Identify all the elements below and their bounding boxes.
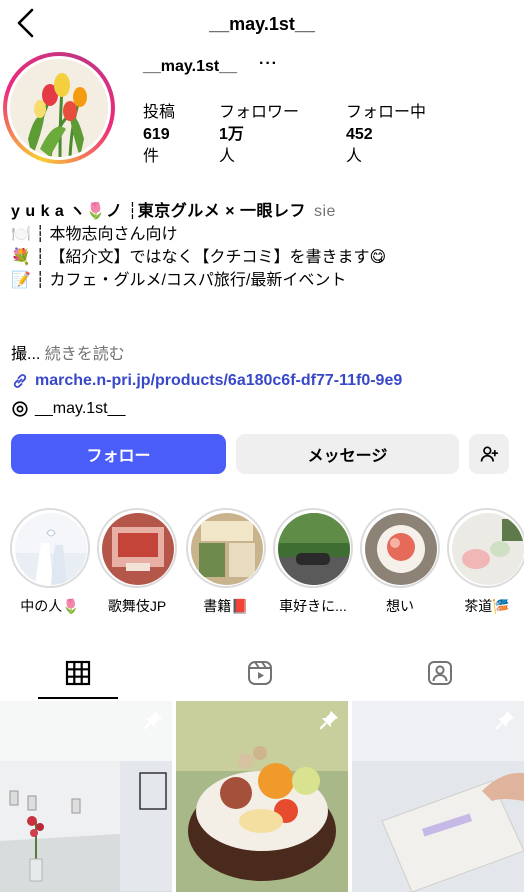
message-button[interactable]: メッセージ [236, 434, 459, 474]
highlight-item[interactable]: 車好きに... [273, 508, 353, 616]
followers-label: フォロワー [219, 104, 300, 121]
read-more-link[interactable]: 続きを読む [45, 346, 125, 363]
story-highlights: 中の人🌷 歌舞伎JP 書籍📕 車好きに... 想い 茶道🎏 [0, 508, 524, 618]
post-thumbnail[interactable] [352, 701, 524, 892]
pin-icon [143, 710, 163, 730]
threads-icon [12, 401, 28, 417]
highlight-label: 想い [386, 598, 414, 614]
external-link[interactable]: marche.n-pri.jp/products/6a180c6f-df77-1… [11, 372, 402, 390]
link-text: marche.n-pri.jp/products/6a180c6f-df77-1… [35, 372, 403, 389]
threads-link[interactable]: __may.1st__ [11, 400, 125, 418]
post-thumbnail[interactable] [176, 701, 348, 892]
bio-line: 📝 ┆ カフェ・グルメ/コスパ旅行/最新イベント [11, 272, 347, 289]
posts-unit: 件 [143, 148, 160, 165]
highlight-label: 歌舞伎JP [107, 598, 167, 614]
bio-line: 💐 ┆ 【紹介文】ではなく【クチコミ】を書きます😋 [11, 249, 387, 266]
highlight-cover [102, 513, 174, 585]
followers-count: 1万 [219, 126, 244, 143]
post-thumbnail[interactable] [0, 701, 172, 892]
threads-text: __may.1st__ [35, 400, 126, 417]
highlight-label: 中の人🌷 [20, 598, 80, 614]
follow-button[interactable]: フォロー [11, 434, 226, 474]
following-stat[interactable]: フォロー中 452 人 [346, 102, 446, 168]
highlight-label: 書籍📕 [203, 598, 249, 614]
highlight-label: 茶道🎏 [464, 598, 510, 614]
pronoun: sie [314, 203, 336, 220]
followers-stat[interactable]: フォロワー 1万 人 [219, 102, 346, 168]
tagged-icon [428, 661, 452, 685]
profile-avatar[interactable] [3, 52, 115, 164]
highlight-cover [452, 513, 524, 585]
profile-tabs [0, 648, 524, 700]
highlight-item[interactable]: 想い [360, 508, 440, 616]
active-tab-indicator [38, 697, 118, 699]
reels-icon [248, 661, 272, 685]
tab-posts-grid[interactable] [38, 648, 118, 698]
page-title: __may.1st__ [209, 14, 315, 34]
highlight-label: 車好きに... [279, 598, 347, 614]
highlight-item[interactable]: 茶道🎏 [447, 508, 524, 616]
link-icon [13, 374, 27, 388]
highlight-item[interactable]: 歌舞伎JP [97, 508, 177, 616]
posts-count: 619 [143, 126, 170, 143]
post-grid [0, 701, 524, 892]
pin-icon [495, 710, 515, 730]
suggest-users-button[interactable] [469, 434, 509, 474]
highlight-item[interactable]: 書籍📕 [186, 508, 266, 616]
bio-truncated-text: 撮... [11, 346, 41, 363]
display-name: y u k a ヽ🌷ノ ┆東京グルメ × 一眼レフ [11, 203, 306, 220]
highlight-cover [278, 513, 350, 585]
following-unit: 人 [346, 148, 363, 165]
following-count: 452 [346, 126, 373, 143]
highlight-cover [365, 513, 437, 585]
highlight-cover [191, 513, 263, 585]
following-label: フォロー中 [346, 104, 427, 121]
bio-more-row: 撮... 続きを読む [11, 340, 125, 364]
bio-name-line: y u k a ヽ🌷ノ ┆東京グルメ × 一眼レフ sie [11, 200, 516, 223]
top-bar: __may.1st__ [0, 0, 524, 48]
tab-tagged[interactable] [400, 648, 480, 698]
posts-stat[interactable]: 投稿 619 件 [143, 102, 219, 168]
username: __may.1st__ [143, 58, 237, 75]
add-user-icon [480, 446, 499, 462]
bio: y u k a ヽ🌷ノ ┆東京グルメ × 一眼レフ sie 🍽️ ┆ 本物志向さん… [11, 200, 516, 292]
highlight-cover [15, 513, 87, 585]
tab-reels[interactable] [220, 648, 300, 698]
followers-unit: 人 [219, 148, 236, 165]
bio-line: 🍽️ ┆ 本物志向さん向け [11, 226, 178, 243]
grid-icon [65, 660, 91, 686]
profile-stats: 投稿 619 件 フォロワー 1万 人 フォロー中 452 人 [143, 102, 446, 168]
more-options-icon[interactable]: ··· [259, 55, 278, 73]
avatar-image [10, 59, 108, 157]
posts-label: 投稿 [143, 104, 176, 121]
highlight-item[interactable]: 中の人🌷 [10, 508, 90, 616]
username-row: __may.1st__ ··· [143, 55, 278, 76]
pin-icon [319, 710, 339, 730]
